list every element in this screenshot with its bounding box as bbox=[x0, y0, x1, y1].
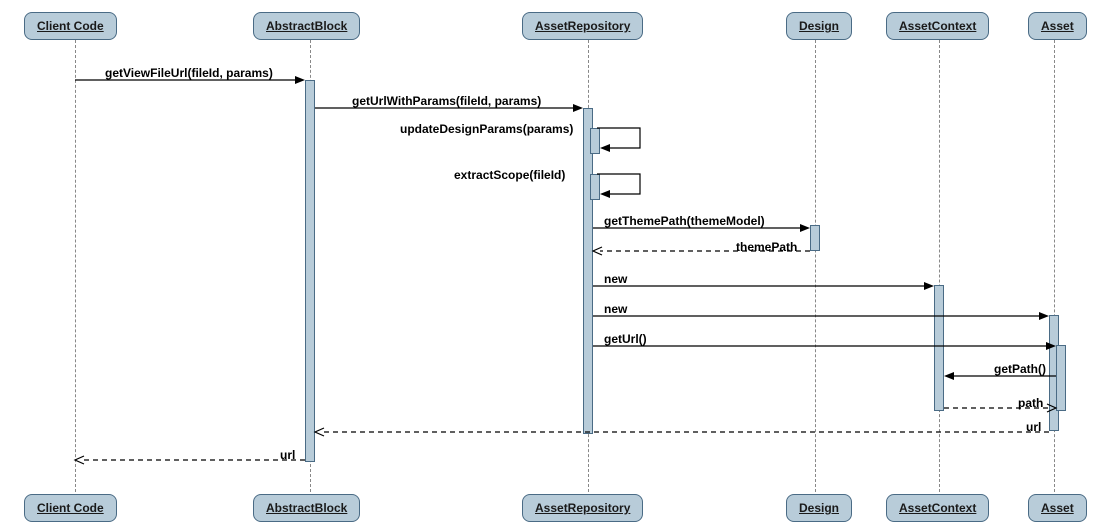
msg-getviewfileurl: getViewFileUrl(fileId, params) bbox=[105, 66, 273, 80]
msg-getthemepath: getThemePath(themeModel) bbox=[604, 214, 765, 228]
msg-url1: url bbox=[1026, 420, 1041, 434]
activation-asset-inner bbox=[1056, 345, 1066, 411]
lifeline-client bbox=[75, 40, 76, 492]
msg-new1: new bbox=[604, 272, 627, 286]
msg-themepath: themePath bbox=[736, 240, 797, 254]
activation-assetrepo-self1 bbox=[590, 128, 600, 154]
lifeline-assetcontext bbox=[939, 40, 940, 492]
participant-assetcontext-top: AssetContext bbox=[886, 12, 989, 40]
msg-path: path bbox=[1018, 396, 1043, 410]
participant-assetrepo-top: AssetRepository bbox=[522, 12, 643, 40]
activation-design bbox=[810, 225, 820, 251]
msg-new2: new bbox=[604, 302, 627, 316]
participant-assetrepo-bottom: AssetRepository bbox=[522, 494, 643, 522]
msg-geturl: getUrl() bbox=[604, 332, 647, 346]
participant-client-bottom: Client Code bbox=[24, 494, 117, 522]
participant-abstractblock-top: AbstractBlock bbox=[253, 12, 360, 40]
activation-assetcontext bbox=[934, 285, 944, 411]
participant-client-top: Client Code bbox=[24, 12, 117, 40]
participant-asset-top: Asset bbox=[1028, 12, 1087, 40]
lifeline-design bbox=[815, 40, 816, 492]
msg-extractscope: extractScope(fileId) bbox=[454, 168, 565, 182]
msg-updatedesignparams: updateDesignParams(params) bbox=[400, 122, 573, 136]
participant-assetcontext-bottom: AssetContext bbox=[886, 494, 989, 522]
msg-getpath: getPath() bbox=[994, 362, 1046, 376]
activation-assetrepo-self2 bbox=[590, 174, 600, 200]
activation-abstractblock bbox=[305, 80, 315, 462]
participant-asset-bottom: Asset bbox=[1028, 494, 1087, 522]
participant-design-top: Design bbox=[786, 12, 852, 40]
participant-design-bottom: Design bbox=[786, 494, 852, 522]
participant-abstractblock-bottom: AbstractBlock bbox=[253, 494, 360, 522]
msg-geturlwithparams: getUrlWithParams(fileId, params) bbox=[352, 94, 541, 108]
activation-assetrepo bbox=[583, 108, 593, 434]
msg-url2: url bbox=[280, 448, 295, 462]
